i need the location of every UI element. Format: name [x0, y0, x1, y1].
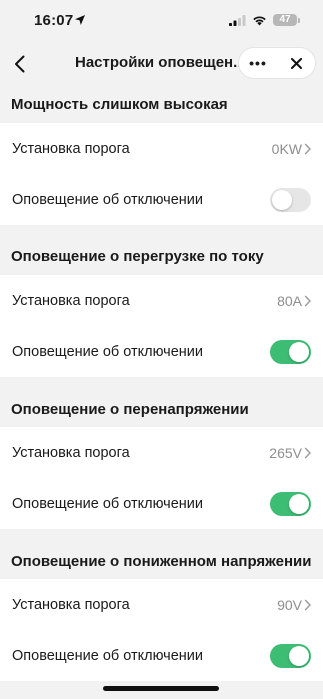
threshold-row[interactable]: Установка порога 265V [0, 427, 323, 478]
toggle-knob [289, 645, 309, 666]
back-button[interactable] [8, 50, 30, 78]
threshold-value: 0KW [271, 140, 302, 157]
more-button[interactable]: ••• [239, 48, 277, 78]
chevron-right-icon [304, 447, 311, 458]
close-button[interactable] [277, 48, 315, 78]
home-indicator[interactable] [103, 686, 219, 691]
section-card-overvoltage: Установка порога 265V Оповещение об откл… [0, 427, 323, 529]
chevron-right-icon [304, 143, 311, 154]
threshold-row[interactable]: Установка порога 90V [0, 579, 323, 630]
threshold-row[interactable]: Установка порога 80A [0, 275, 323, 326]
chevron-right-icon [304, 599, 311, 610]
alert-label: Оповещение об отключении [12, 495, 203, 512]
section-title-overvoltage: Оповещение о перенапряжении [11, 401, 249, 418]
alert-toggle[interactable] [270, 339, 311, 364]
section-card-overcurrent: Установка порога 80A Оповещение об отклю… [0, 275, 323, 377]
status-bar: 16:07 47 [0, 0, 323, 44]
threshold-label: Установка порога [12, 596, 130, 613]
location-arrow-icon [75, 15, 85, 25]
toggle-knob [272, 189, 292, 210]
threshold-label: Установка порога [12, 292, 130, 309]
section-card-power-high: Установка порога 0KW Оповещение об отклю… [0, 123, 323, 225]
threshold-value-wrap: 90V [277, 597, 311, 613]
battery-icon: 47 [273, 14, 297, 26]
chevron-left-icon [14, 55, 24, 73]
mini-program-capsule: ••• [238, 47, 316, 79]
close-icon [290, 57, 302, 69]
battery-cap [298, 18, 300, 23]
threshold-value: 80A [277, 292, 302, 309]
alert-label: Оповещение об отключении [12, 647, 203, 664]
alert-label: Оповещение об отключении [12, 343, 203, 360]
threshold-row[interactable]: Установка порога 0KW [0, 123, 323, 174]
threshold-value-wrap: 0KW [272, 141, 311, 157]
cellular-signal-icon [229, 15, 246, 26]
alert-label: Оповещение об отключении [12, 191, 203, 208]
section-card-undervoltage: Установка порога 90V Оповещение об отклю… [0, 579, 323, 681]
toggle-knob [289, 493, 309, 514]
threshold-value: 265V [269, 444, 302, 461]
alert-row: Оповещение об отключении [0, 174, 323, 225]
threshold-value: 90V [277, 596, 302, 613]
alert-row: Оповещение об отключении [0, 478, 323, 529]
alert-toggle[interactable] [270, 491, 311, 516]
threshold-label: Установка порога [12, 140, 130, 157]
threshold-value-wrap: 265V [269, 445, 311, 461]
page-title: Настройки оповещен... [75, 54, 246, 71]
nav-bar: Настройки оповещен... ••• [0, 44, 323, 84]
alert-toggle[interactable] [270, 187, 311, 212]
threshold-label: Установка порога [12, 444, 130, 461]
section-title-undervoltage: Оповещение о пониженном напряжении [11, 553, 312, 570]
threshold-value-wrap: 80A [277, 293, 311, 309]
section-title-power-high: Мощность слишком высокая [11, 96, 228, 113]
section-title-overcurrent: Оповещение о перегрузке по току [11, 248, 264, 265]
chevron-right-icon [304, 295, 311, 306]
alert-row: Оповещение об отключении [0, 326, 323, 377]
wifi-icon [253, 16, 266, 26]
status-time: 16:07 [34, 12, 74, 29]
toggle-knob [289, 341, 309, 362]
alert-toggle[interactable] [270, 643, 311, 668]
alert-row: Оповещение об отключении [0, 630, 323, 681]
